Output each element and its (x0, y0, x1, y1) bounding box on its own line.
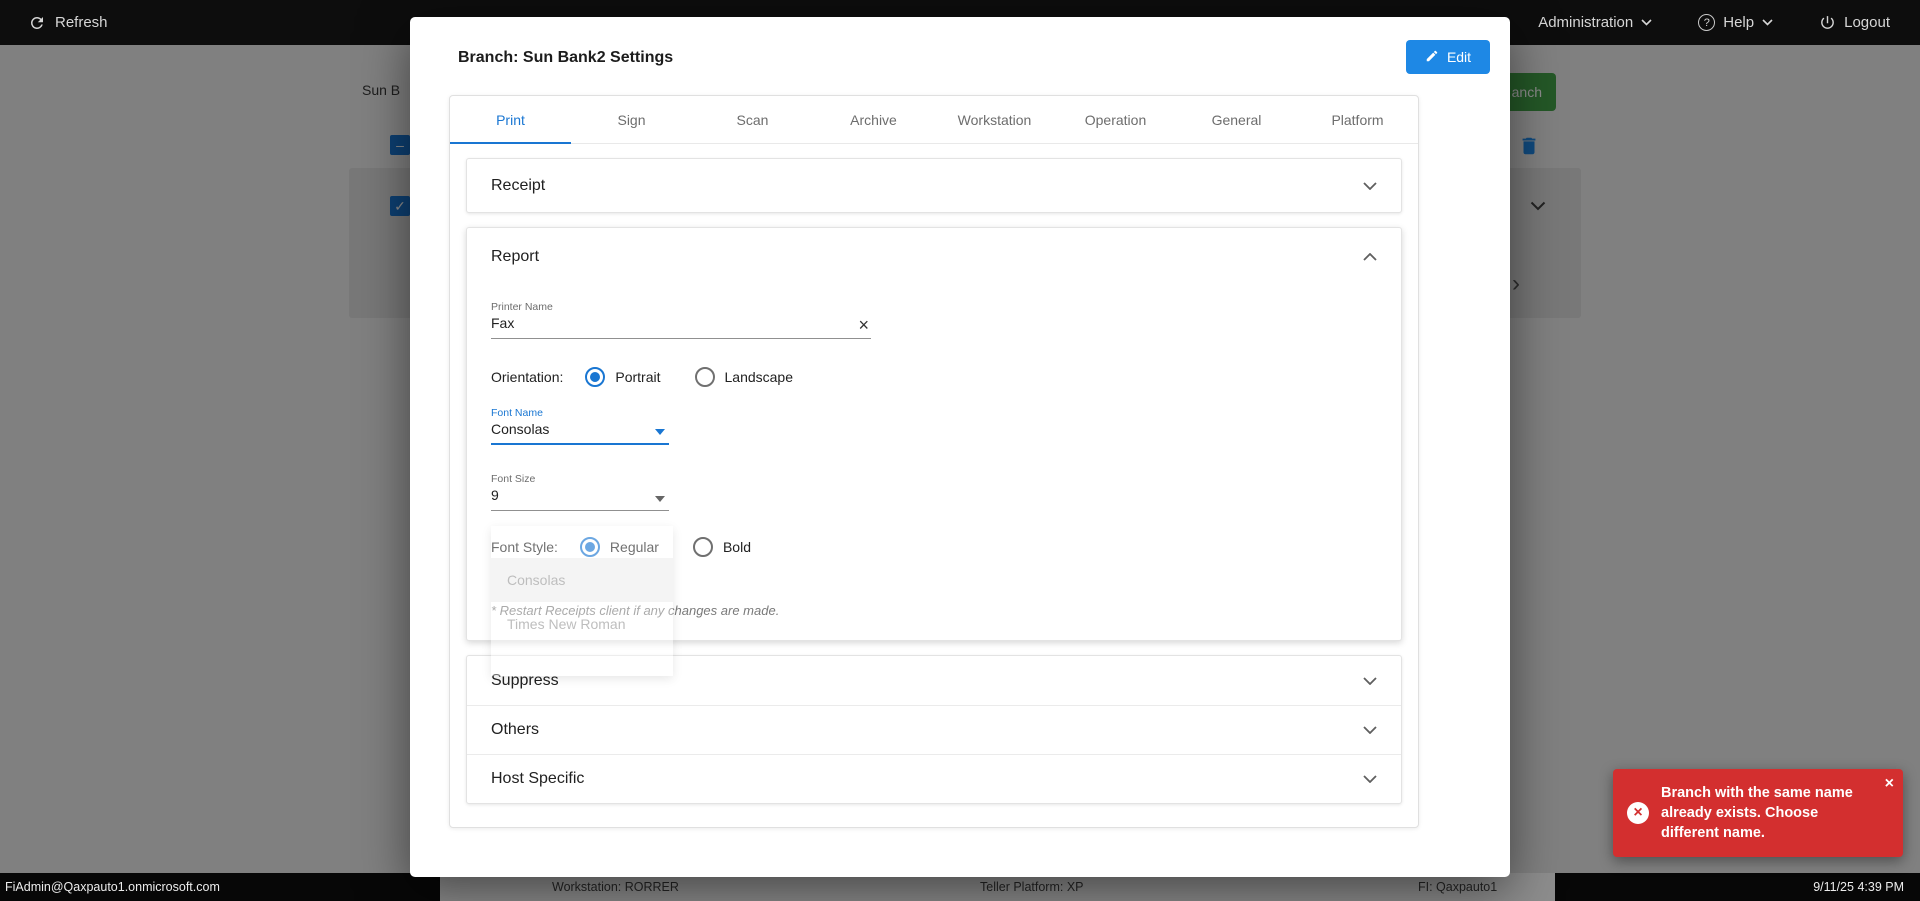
font-size-label: Font Size (491, 473, 1377, 485)
font-style-regular-label[interactable]: Regular (610, 539, 659, 555)
report-panel-header[interactable]: Report (467, 228, 1401, 285)
help-icon: ? (1698, 14, 1715, 31)
help-menu[interactable]: ? Help (1698, 14, 1773, 31)
error-icon: × (1627, 802, 1649, 824)
workstation-status: Workstation: RORRER (552, 873, 679, 901)
suppress-panel-header[interactable]: Suppress (467, 656, 1401, 705)
chevron-down-icon (1363, 182, 1377, 190)
font-name-value: Consolas (491, 421, 669, 438)
font-name-label: Font Name (491, 407, 1377, 419)
administration-menu[interactable]: Administration (1538, 14, 1652, 31)
others-panel-header[interactable]: Others (467, 705, 1401, 754)
tab-sign[interactable]: Sign (571, 96, 692, 143)
font-name-field: Font Name Consolas (491, 407, 1377, 445)
report-panel-title: Report (491, 248, 539, 266)
chevron-down-icon (1363, 726, 1377, 734)
toast-message: Branch with the same name already exists… (1661, 783, 1877, 843)
dialog-title: Branch: Sun Bank2 Settings (458, 49, 673, 67)
collapsed-panels-stack: Suppress Others Host Specific (466, 655, 1402, 804)
host-specific-panel-header[interactable]: Host Specific (467, 754, 1401, 803)
refresh-icon (28, 14, 46, 32)
error-toast: × Branch with the same name already exis… (1613, 769, 1903, 857)
font-size-value: 9 (491, 487, 669, 504)
report-panel-body: Printer Name Fax × Orientation: Portrait (467, 301, 1401, 640)
fi-status: FI: Qaxpauto1 (1418, 873, 1497, 901)
toast-close-icon[interactable]: × (1885, 776, 1894, 792)
orientation-row: Orientation: Portrait Landscape (491, 367, 1377, 387)
receipt-panel: Receipt (466, 158, 1402, 213)
host-specific-panel-title: Host Specific (491, 770, 584, 788)
screen: Refresh Administration ? Help Logout (0, 0, 1920, 901)
pencil-icon (1425, 49, 1439, 66)
font-name-select[interactable]: Consolas (491, 419, 669, 445)
report-panel: Report Printer Name Fax × (466, 227, 1402, 641)
edit-label: Edit (1447, 49, 1471, 65)
clear-icon[interactable]: × (858, 316, 869, 334)
receipt-panel-title: Receipt (491, 177, 545, 195)
tab-print[interactable]: Print (450, 96, 571, 143)
tab-scan[interactable]: Scan (692, 96, 813, 143)
settings-card: Print Sign Scan Archive Workstation Oper… (449, 95, 1419, 828)
orientation-label: Orientation: (491, 369, 563, 385)
accordion-area: Receipt Report (450, 144, 1418, 818)
status-bar: FiAdmin@Qaxpauto1.onmicrosoft.com Workst… (0, 873, 1920, 901)
printer-name-field: Printer Name Fax × (491, 301, 1377, 339)
chevron-down-icon (1762, 19, 1773, 26)
tab-archive[interactable]: Archive (813, 96, 934, 143)
refresh-label: Refresh (55, 14, 108, 31)
administration-label: Administration (1538, 14, 1633, 31)
logout-label: Logout (1844, 14, 1890, 31)
refresh-button[interactable]: Refresh (28, 14, 108, 32)
font-style-bold-radio[interactable] (693, 537, 713, 557)
font-style-regular-radio[interactable] (580, 537, 600, 557)
printer-name-input[interactable]: Fax × (491, 313, 871, 339)
orientation-landscape-label[interactable]: Landscape (725, 369, 794, 385)
printer-name-value: Fax (491, 315, 871, 332)
chevron-down-icon (1363, 775, 1377, 783)
tab-platform[interactable]: Platform (1297, 96, 1418, 143)
font-style-label: Font Style: (491, 539, 558, 555)
tab-workstation[interactable]: Workstation (934, 96, 1055, 143)
dropdown-caret-icon (655, 429, 665, 435)
teller-platform-status: Teller Platform: XP (980, 873, 1084, 901)
help-label: Help (1723, 14, 1754, 31)
dropdown-caret-icon (655, 496, 665, 502)
font-style-bold-label[interactable]: Bold (723, 539, 751, 555)
top-bar-right: Administration ? Help Logout (1538, 0, 1890, 45)
edit-button[interactable]: Edit (1406, 40, 1490, 74)
suppress-panel-title: Suppress (491, 672, 559, 690)
font-style-row: Font Style: Regular Bold (491, 537, 1377, 557)
orientation-landscape-radio[interactable] (695, 367, 715, 387)
chevron-up-icon (1363, 253, 1377, 261)
signed-in-user: FiAdmin@Qaxpauto1.onmicrosoft.com (5, 873, 220, 901)
datetime: 9/11/25 4:39 PM (1813, 873, 1904, 901)
tab-general[interactable]: General (1176, 96, 1297, 143)
orientation-portrait-label[interactable]: Portrait (615, 369, 660, 385)
restart-note: * Restart Receipts client if any changes… (491, 603, 1377, 618)
branch-settings-dialog: Branch: Sun Bank2 Settings Edit Print Si… (410, 17, 1510, 877)
orientation-portrait-radio[interactable] (585, 367, 605, 387)
power-icon (1819, 14, 1836, 31)
ghost-option-consolas: Consolas (491, 558, 673, 602)
font-size-field: Font Size 9 (491, 473, 1377, 511)
receipt-panel-header[interactable]: Receipt (467, 159, 1401, 212)
settings-tabs: Print Sign Scan Archive Workstation Oper… (450, 96, 1418, 144)
printer-name-label: Printer Name (491, 301, 1377, 313)
font-size-select[interactable]: 9 (491, 485, 669, 511)
chevron-down-icon (1363, 677, 1377, 685)
tab-operation[interactable]: Operation (1055, 96, 1176, 143)
chevron-down-icon (1641, 19, 1652, 26)
logout-button[interactable]: Logout (1819, 14, 1890, 31)
others-panel-title: Others (491, 721, 539, 739)
